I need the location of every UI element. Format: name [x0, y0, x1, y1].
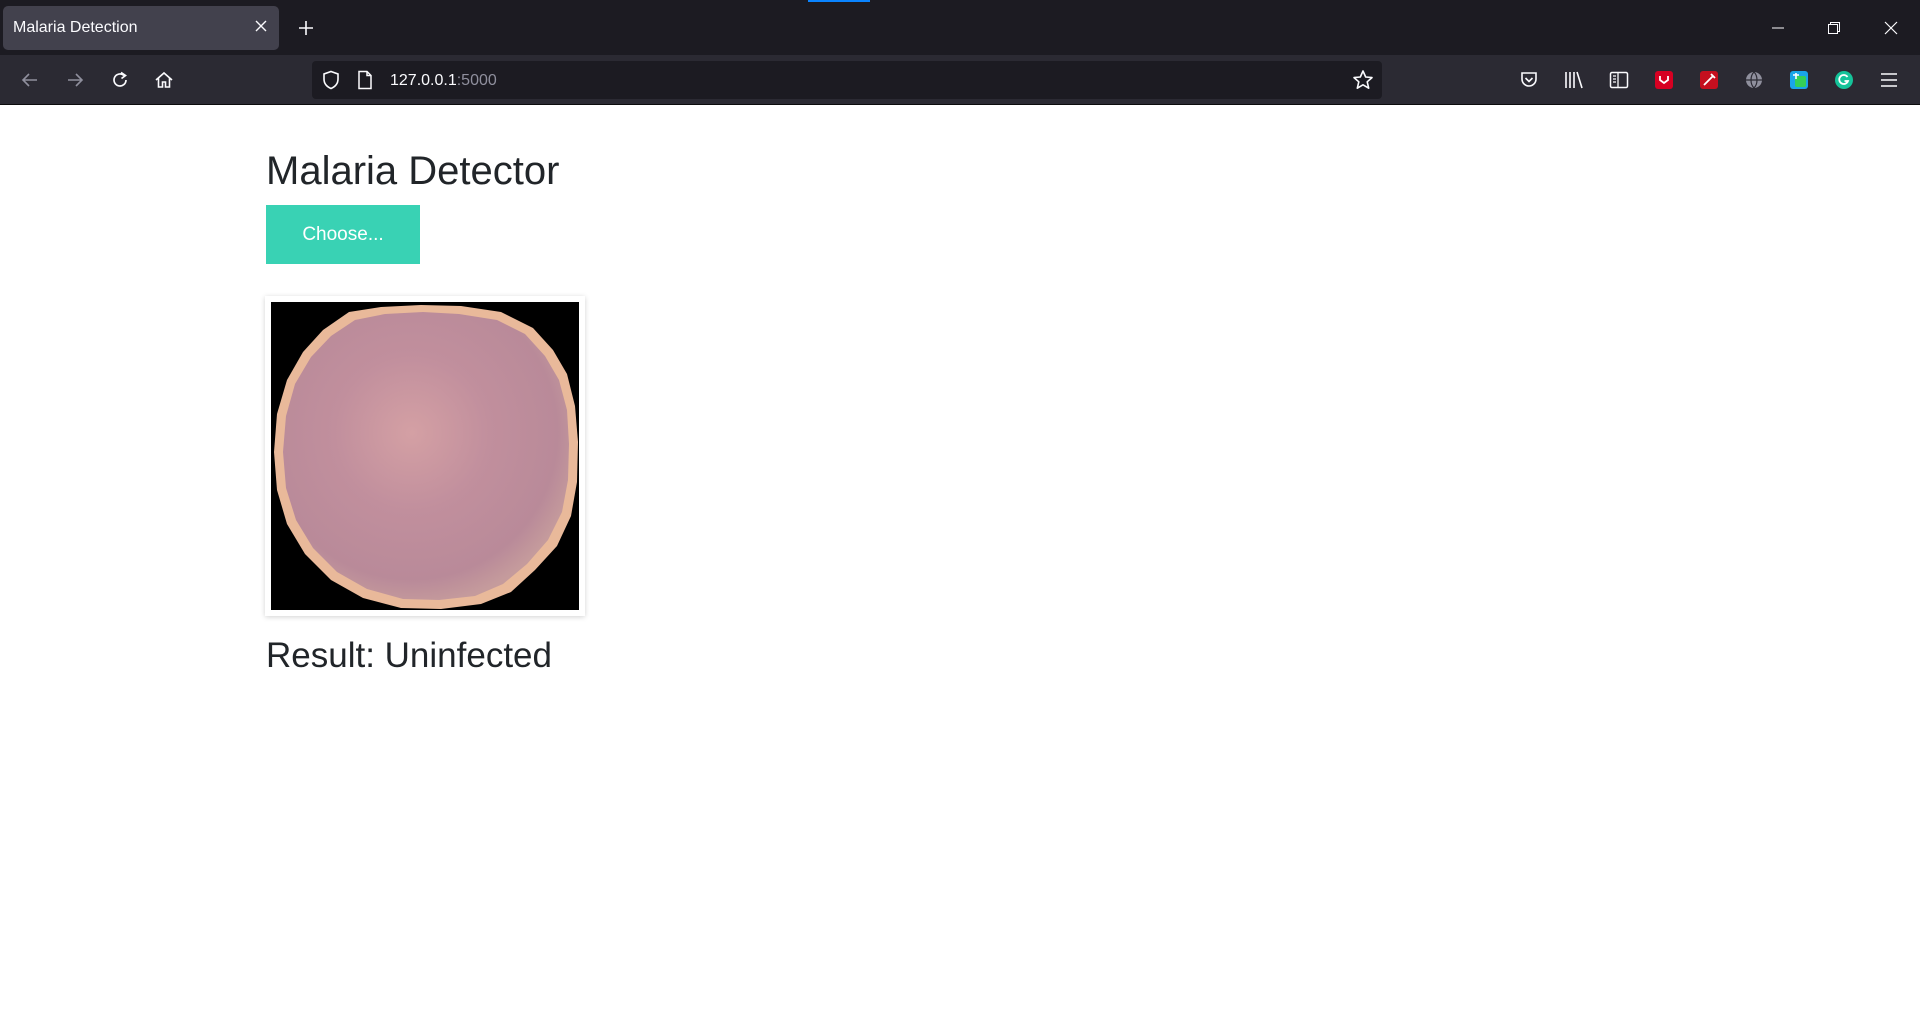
sidebar-button[interactable] — [1606, 67, 1632, 93]
pocket-icon — [1521, 72, 1537, 87]
choose-file-button[interactable]: Choose... — [266, 205, 420, 264]
close-window-button[interactable] — [1875, 12, 1907, 44]
minimize-button[interactable] — [1762, 12, 1794, 44]
pocket-button[interactable] — [1516, 67, 1542, 93]
page-title: Malaria Detector — [266, 149, 560, 193]
tab-close-icon[interactable] — [251, 16, 271, 36]
url-text[interactable]: 127.0.0.1:5000 — [390, 72, 497, 90]
shield-red-icon — [1655, 71, 1673, 89]
close-icon — [1884, 21, 1898, 35]
tab-title: Malaria Detection — [13, 19, 138, 36]
drag-indicator — [808, 0, 870, 2]
extension-globe-button[interactable] — [1741, 67, 1767, 93]
extension-translate-button[interactable] — [1786, 67, 1812, 93]
tab-strip: Malaria Detection — [0, 0, 1920, 55]
reload-button[interactable] — [104, 64, 136, 96]
restore-icon — [1828, 22, 1840, 34]
back-button[interactable] — [14, 64, 46, 96]
navigation-toolbar: 127.0.0.1:5000 — [0, 55, 1920, 105]
forward-button[interactable] — [59, 64, 91, 96]
tab-malaria-detection[interactable]: Malaria Detection — [3, 6, 279, 50]
plus-icon — [299, 21, 313, 35]
page-content: Malaria Detector Choose... Result: Uninf… — [0, 106, 1920, 1027]
url-port: :5000 — [456, 72, 497, 89]
hamburger-menu-icon — [1881, 73, 1897, 87]
image-preview — [265, 296, 585, 616]
cell-image — [271, 302, 579, 610]
app-menu-button[interactable] — [1876, 67, 1902, 93]
star-icon[interactable] — [1352, 69, 1374, 96]
library-button[interactable] — [1561, 67, 1587, 93]
globe-icon — [1746, 71, 1762, 89]
arrow-right-icon — [68, 73, 84, 87]
arrow-left-icon — [21, 73, 37, 87]
pen-icon — [1700, 71, 1718, 89]
extension-pocket-red-button[interactable] — [1651, 67, 1677, 93]
minimize-icon — [1772, 27, 1784, 29]
url-host: 127.0.0.1 — [390, 72, 457, 89]
home-button[interactable] — [148, 64, 180, 96]
new-tab-button[interactable] — [292, 14, 320, 42]
reload-icon — [113, 71, 127, 87]
grammarly-icon — [1835, 71, 1853, 89]
library-icon — [1565, 71, 1583, 89]
sidebar-icon — [1609, 71, 1629, 89]
translate-icon — [1790, 71, 1808, 89]
page-icon[interactable] — [357, 70, 373, 95]
extension-pen-button[interactable] — [1696, 67, 1722, 93]
restore-button[interactable] — [1818, 12, 1850, 44]
home-icon — [155, 71, 173, 88]
extension-grammarly-button[interactable] — [1831, 67, 1857, 93]
result-text: Result: Uninfected — [266, 636, 552, 675]
address-bar[interactable]: 127.0.0.1:5000 — [312, 61, 1382, 99]
shield-icon[interactable] — [322, 70, 340, 95]
